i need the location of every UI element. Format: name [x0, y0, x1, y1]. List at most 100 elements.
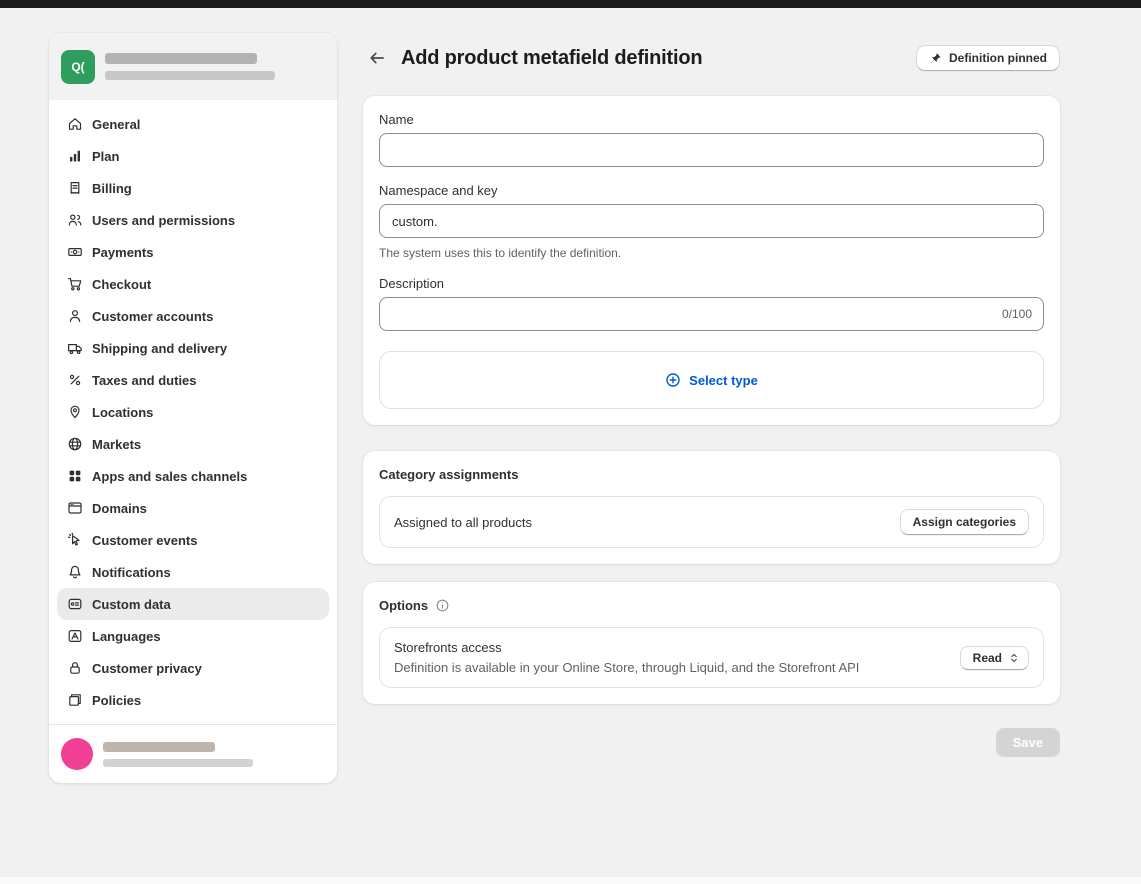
cursor-icon — [67, 532, 83, 548]
storefronts-access-select-value: Read — [973, 651, 1002, 665]
name-label: Name — [379, 112, 1044, 127]
description-label: Description — [379, 276, 1044, 291]
top-window-bar — [0, 0, 1141, 8]
settings-nav: General Plan Billing Users and permissio… — [49, 100, 337, 724]
sidebar-item-shipping-and-delivery[interactable]: Shipping and delivery — [57, 332, 329, 364]
sidebar-item-languages[interactable]: Languages — [57, 620, 329, 652]
user-avatar — [61, 738, 93, 770]
sidebar-item-label: Plan — [92, 149, 119, 164]
sidebar-item-general[interactable]: General — [57, 108, 329, 140]
sidebar-item-customer-events[interactable]: Customer events — [57, 524, 329, 556]
storefronts-access-title: Storefronts access — [394, 640, 859, 655]
plus-circle-icon — [665, 372, 681, 388]
store-info-redacted — [105, 53, 275, 80]
sidebar-item-label: Notifications — [92, 565, 171, 580]
sidebar-item-label: General — [92, 117, 140, 132]
lock-icon — [67, 660, 83, 676]
sidebar-item-label: Customer privacy — [92, 661, 202, 676]
sidebar-item-locations[interactable]: Locations — [57, 396, 329, 428]
storefronts-access-select[interactable]: Read — [960, 646, 1029, 670]
sidebar-item-custom-data[interactable]: Custom data — [57, 588, 329, 620]
page-header: Add product metafield definition Definit… — [363, 42, 1060, 74]
translate-icon — [67, 628, 83, 644]
user-info-redacted — [103, 742, 253, 767]
description-input[interactable] — [379, 297, 1044, 331]
user-email-redacted — [103, 759, 253, 767]
person-icon — [67, 308, 83, 324]
browser-icon — [67, 500, 83, 516]
storefronts-access-row: Storefronts access Definition is availab… — [379, 627, 1044, 688]
store-url-redacted — [105, 71, 275, 80]
name-input[interactable] — [379, 133, 1044, 167]
storefronts-access-text: Storefronts access Definition is availab… — [394, 640, 859, 675]
sidebar-item-label: Users and permissions — [92, 213, 235, 228]
select-type-button[interactable]: Select type — [379, 351, 1044, 409]
assign-categories-button[interactable]: Assign categories — [900, 509, 1029, 535]
sidebar-item-label: Languages — [92, 629, 161, 644]
bottom-window-strip — [0, 877, 1141, 884]
sidebar-item-plan[interactable]: Plan — [57, 140, 329, 172]
main-content: Add product metafield definition Definit… — [363, 42, 1060, 757]
sidebar-item-policies[interactable]: Policies — [57, 684, 329, 716]
category-assignments-card: Category assignments Assigned to all pro… — [363, 451, 1060, 564]
namespace-key-input[interactable] — [379, 204, 1044, 238]
plan-icon — [67, 148, 83, 164]
users-icon — [67, 212, 83, 228]
sidebar-item-customer-accounts[interactable]: Customer accounts — [57, 300, 329, 332]
category-assignments-title: Category assignments — [379, 467, 1044, 482]
sidebar-item-payments[interactable]: Payments — [57, 236, 329, 268]
save-button[interactable]: Save — [996, 728, 1060, 757]
sidebar-item-billing[interactable]: Billing — [57, 172, 329, 204]
definition-form-card: Name Namespace and key The system uses t… — [363, 96, 1060, 425]
footer-actions: Save — [363, 728, 1060, 757]
storefronts-access-description: Definition is available in your Online S… — [394, 660, 859, 675]
info-icon[interactable] — [435, 598, 450, 613]
home-icon — [67, 116, 83, 132]
sidebar-item-label: Custom data — [92, 597, 171, 612]
billing-icon — [67, 180, 83, 196]
character-counter: 0/100 — [1002, 307, 1032, 321]
definition-pinned-button[interactable]: Definition pinned — [916, 45, 1060, 71]
sidebar-item-customer-privacy[interactable]: Customer privacy — [57, 652, 329, 684]
sidebar-item-label: Billing — [92, 181, 132, 196]
sidebar-item-label: Policies — [92, 693, 141, 708]
sidebar-item-label: Markets — [92, 437, 141, 452]
truck-icon — [67, 340, 83, 356]
map-pin-icon — [67, 404, 83, 420]
back-button[interactable] — [363, 44, 391, 72]
sidebar-item-taxes-and-duties[interactable]: Taxes and duties — [57, 364, 329, 396]
sidebar-item-markets[interactable]: Markets — [57, 428, 329, 460]
sidebar-item-label: Payments — [92, 245, 153, 260]
sidebar-item-users-and-permissions[interactable]: Users and permissions — [57, 204, 329, 236]
category-status-text: Assigned to all products — [394, 515, 532, 530]
sidebar-item-label: Customer accounts — [92, 309, 213, 324]
page-title: Add product metafield definition — [401, 47, 702, 70]
sidebar-item-label: Customer events — [92, 533, 197, 548]
percent-icon — [67, 372, 83, 388]
sidebar-item-domains[interactable]: Domains — [57, 492, 329, 524]
pin-icon — [929, 52, 942, 65]
sidebar-item-notifications[interactable]: Notifications — [57, 556, 329, 588]
user-name-redacted — [103, 742, 215, 752]
sidebar-item-label: Domains — [92, 501, 147, 516]
chevron-up-down-icon — [1008, 652, 1020, 664]
policies-icon — [67, 692, 83, 708]
store-avatar: Q( — [61, 50, 95, 84]
arrow-left-icon — [368, 49, 386, 67]
settings-sidebar: Q( General Plan Billing Users and permis… — [49, 33, 337, 783]
payments-icon — [67, 244, 83, 260]
sidebar-item-apps-and-sales-channels[interactable]: Apps and sales channels — [57, 460, 329, 492]
store-header[interactable]: Q( — [49, 33, 337, 100]
sidebar-item-label: Apps and sales channels — [92, 469, 247, 484]
user-footer[interactable] — [49, 724, 337, 783]
checkout-cart-icon — [67, 276, 83, 292]
category-assignment-row: Assigned to all products Assign categori… — [379, 496, 1044, 548]
apps-grid-icon — [67, 468, 83, 484]
definition-pinned-label: Definition pinned — [949, 51, 1047, 65]
options-card: Options Storefronts access Definition is… — [363, 582, 1060, 704]
options-title: Options — [379, 598, 428, 613]
globe-icon — [67, 436, 83, 452]
sidebar-item-label: Locations — [92, 405, 153, 420]
namespace-label: Namespace and key — [379, 183, 1044, 198]
sidebar-item-checkout[interactable]: Checkout — [57, 268, 329, 300]
